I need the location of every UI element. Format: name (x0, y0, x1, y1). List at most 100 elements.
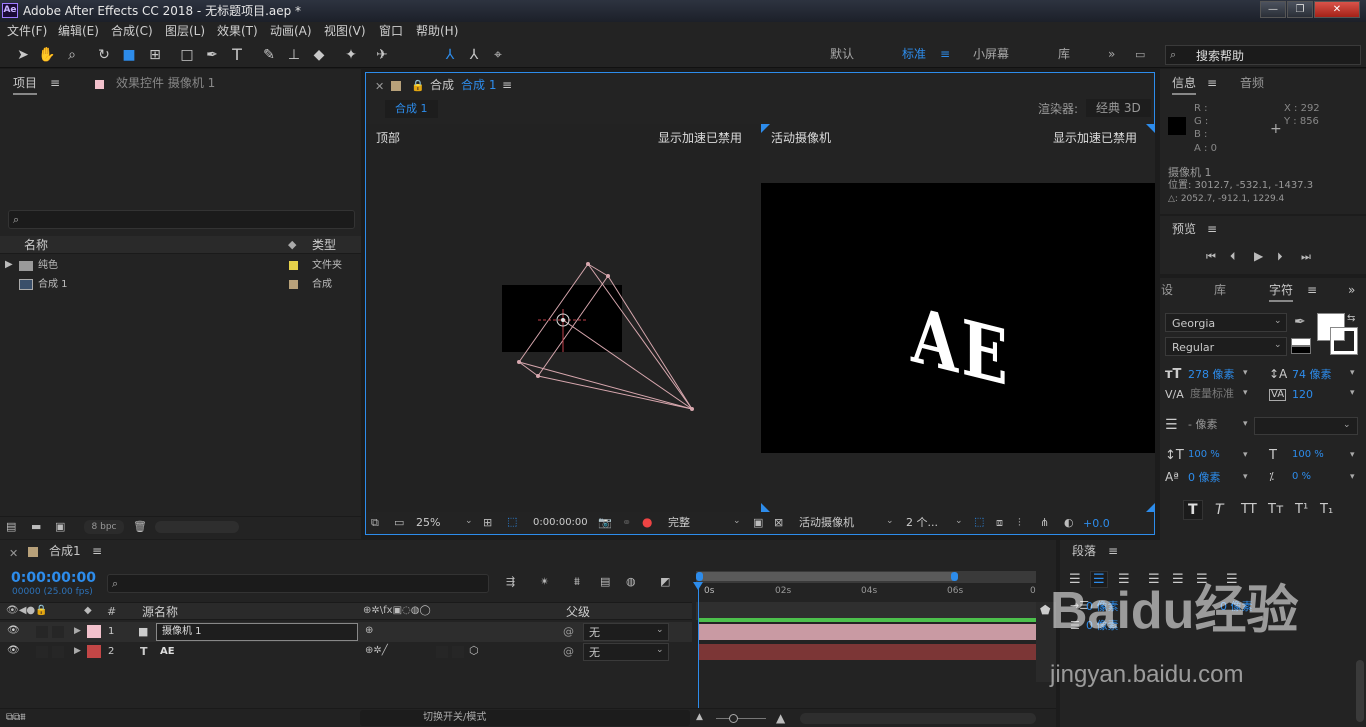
toggle-switches-modes[interactable]: 切换开关/模式 (360, 710, 690, 726)
chevron-down-icon[interactable]: ▾ (1243, 420, 1248, 429)
zoom-tool-icon[interactable]: ⌕ (63, 46, 81, 64)
previous-frame-icon[interactable]: ⏴ (1230, 251, 1236, 262)
menu-edit[interactable]: 编辑(E) (58, 25, 99, 37)
chevron-down-icon[interactable]: ▾ (1243, 389, 1248, 398)
restore-button[interactable]: ❐ (1287, 1, 1313, 18)
layer-label-color[interactable] (87, 625, 101, 638)
work-area-start-handle[interactable] (696, 572, 703, 581)
align-center-icon[interactable]: ☰ (1090, 571, 1108, 588)
stroke-width-value[interactable]: - 像素 (1188, 419, 1217, 430)
menu-file[interactable]: 文件(F) (7, 25, 47, 37)
menu-view[interactable]: 视图(V) (324, 25, 366, 37)
work-area-bar[interactable] (696, 571, 1036, 583)
layer-label-color[interactable] (87, 645, 101, 658)
panel-scrollbar[interactable] (1356, 660, 1364, 722)
channel-icon[interactable]: ● (642, 516, 652, 528)
panel-menu-icon[interactable]: ≡ (502, 79, 512, 91)
justify-all-icon[interactable]: ☰ (1226, 573, 1238, 586)
indent-left-value[interactable]: 0 像素 (1086, 601, 1119, 612)
menu-effect[interactable]: 效果(T) (217, 25, 258, 37)
comp-tab-name[interactable]: 合成 1 (461, 79, 496, 91)
lock-icon[interactable]: 🔒 (411, 80, 425, 91)
expand-arrow-icon[interactable]: ▶ (74, 627, 81, 636)
tab-info[interactable]: 信息 (1172, 77, 1197, 95)
fast-previews-icon[interactable]: ⧈ (996, 517, 1003, 528)
timeline-scrollbar[interactable] (800, 713, 1036, 724)
panel-menu-icon[interactable]: ≡ (1207, 77, 1217, 89)
selection-tool-icon[interactable]: ➤ (14, 46, 32, 64)
faux-bold-button[interactable]: T (1183, 500, 1203, 520)
exposure-value[interactable]: +0.0 (1083, 518, 1110, 529)
timeline-tab[interactable]: 合成1 (49, 545, 81, 557)
subscript-button[interactable]: T₁ (1320, 503, 1333, 516)
small-caps-button[interactable]: Tт (1268, 503, 1284, 516)
lock-toggle[interactable] (52, 646, 64, 658)
play-icon[interactable]: ▶ (1254, 250, 1263, 262)
eraser-tool-icon[interactable]: ◆ (310, 46, 328, 64)
zoom-slider-handle[interactable] (729, 714, 738, 723)
menu-animation[interactable]: 动画(A) (270, 25, 312, 37)
menu-help[interactable]: 帮助(H) (416, 25, 458, 37)
view-layout-select[interactable]: 2 个... (906, 517, 938, 528)
solo-toggle[interactable] (36, 646, 48, 658)
stroke-type-select[interactable]: ⌄ (1254, 417, 1358, 435)
motion-blur-icon[interactable]: ◍ (626, 576, 636, 587)
camera-tool-icon[interactable]: ■ (120, 46, 138, 64)
panel-menu-icon[interactable]: ≡ (1207, 223, 1217, 235)
workspace-standard[interactable]: 标准 (902, 48, 926, 60)
frame-blending-icon[interactable]: ▤ (600, 576, 610, 587)
shy-layers-icon[interactable]: ⩩ (574, 576, 580, 587)
tab-library[interactable]: 库 (1214, 284, 1226, 296)
font-family-select[interactable]: Georgia ⌄ (1165, 313, 1287, 332)
vertical-scale-value[interactable]: 100 % (1188, 450, 1220, 460)
workspace-small-screen[interactable]: 小屏幕 (973, 48, 1009, 60)
transparency-grid-icon[interactable]: ⊠ (774, 517, 783, 528)
tab-project[interactable]: 项目 (13, 77, 38, 95)
workspace-library[interactable]: 库 (1058, 48, 1070, 60)
mask-visibility-icon[interactable]: ⬚ (507, 516, 517, 527)
visibility-eye-icon[interactable]: 👁 (7, 646, 20, 656)
superscript-button[interactable]: T¹ (1295, 503, 1308, 516)
column-name[interactable]: 名称 (24, 239, 48, 251)
chevron-down-icon[interactable]: ⌄ (733, 517, 741, 526)
label-color-swatch[interactable] (289, 261, 298, 270)
tracking-value[interactable]: 120 (1292, 389, 1313, 400)
horizontal-scale-value[interactable]: 100 % (1292, 450, 1324, 460)
menu-composition[interactable]: 合成(C) (111, 25, 153, 37)
align-left-icon[interactable]: ☰ (1069, 573, 1081, 586)
label-color-swatch[interactable] (289, 280, 298, 289)
font-size-value[interactable]: 278 像素 (1188, 369, 1235, 380)
align-right-icon[interactable]: ☰ (1118, 573, 1130, 586)
swap-colors-icon[interactable]: ⇆ (1347, 314, 1355, 324)
indent-first-value[interactable]: 0 像素 (1086, 620, 1119, 631)
chevron-down-icon[interactable]: ▾ (1243, 369, 1248, 378)
visibility-eye-icon[interactable]: 👁 (7, 626, 20, 636)
justify-left-icon[interactable]: ☰ (1148, 573, 1160, 586)
av-features-icons[interactable]: 👁◀●🔒 (6, 606, 48, 616)
baseline-shift-value[interactable]: 0 像素 (1188, 472, 1221, 483)
close-tab-icon[interactable]: ✕ (9, 548, 18, 559)
layer-name-field[interactable]: 摄像机 1 (156, 623, 358, 641)
chevron-down-icon[interactable]: ▾ (1350, 369, 1355, 378)
sync-settings-icon[interactable]: ▭ (1135, 49, 1145, 60)
project-item-comp[interactable]: 合成 1 合成 (0, 275, 361, 294)
timeline-search-input[interactable]: ⌕ (107, 574, 489, 593)
project-search-input[interactable]: ⌕ (8, 210, 355, 229)
interpret-footage-icon[interactable]: ▤ (6, 521, 16, 532)
justify-right-icon[interactable]: ☰ (1196, 573, 1208, 586)
lock-toggle[interactable] (52, 626, 64, 638)
tab-character[interactable]: 字符 (1269, 284, 1294, 302)
motion-blur-toggle[interactable] (452, 646, 464, 658)
close-tab-icon[interactable]: ✕ (375, 81, 384, 92)
zoom-slider[interactable] (716, 718, 766, 719)
kerning-value[interactable]: 度量标准 (1190, 388, 1234, 399)
minimize-button[interactable]: — (1260, 1, 1286, 18)
column-type[interactable]: 类型 (312, 239, 336, 251)
next-frame-icon[interactable]: ⏵ (1277, 251, 1283, 262)
always-preview-icon[interactable]: ⧉ (371, 517, 379, 528)
more-panels-icon[interactable]: » (1348, 284, 1355, 296)
chevron-down-icon[interactable]: ▾ (1350, 473, 1355, 482)
bpc-toggle[interactable]: 8 bpc (84, 520, 124, 534)
reset-exposure-icon[interactable]: ◐ (1064, 517, 1074, 528)
label-column-icon[interactable]: ◆ (288, 239, 296, 250)
